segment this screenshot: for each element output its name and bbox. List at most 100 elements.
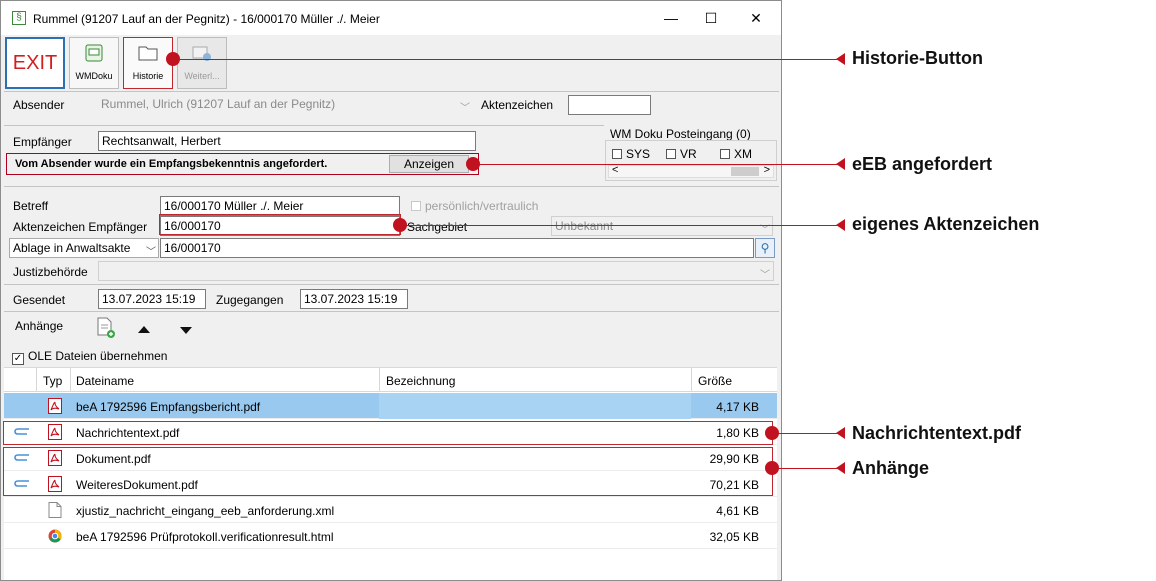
callout-eeb: eEB angefordert: [852, 154, 993, 174]
file-name: xjustiz_nachricht_eingang_eeb_anforderun…: [76, 504, 335, 518]
move-up-icon[interactable]: [136, 324, 152, 334]
add-file-icon[interactable]: [96, 317, 116, 339]
file-size: 4,61 KB: [716, 504, 759, 518]
app-icon: §: [12, 11, 26, 25]
file-size: 32,05 KB: [709, 530, 759, 544]
checkbox[interactable]: [666, 149, 676, 159]
ole-option[interactable]: ✓ OLE Dateien übernehmen: [12, 349, 167, 365]
divider: [4, 125, 604, 126]
divider: [4, 91, 779, 92]
table-row[interactable]: beA 1792596 Prüfprotokoll.verificationre…: [4, 523, 777, 549]
anhaenge-leader-line: [772, 468, 843, 469]
aktenzeichen-input[interactable]: [568, 95, 651, 115]
zugegangen-input[interactable]: 13.07.2023 15:19: [300, 289, 408, 309]
arrow-left-icon: [836, 158, 845, 170]
callout-anhaenge: Anhänge: [852, 458, 930, 478]
maximize-button[interactable]: ☐: [701, 9, 721, 27]
checkbox[interactable]: [411, 201, 421, 211]
arrow-left-icon: [836, 462, 845, 474]
chevron-down-icon: ﹀: [146, 247, 156, 258]
sachgebiet-select[interactable]: Unbekannt: [551, 216, 773, 236]
column-divider: [70, 368, 71, 392]
ablage-input[interactable]: 16/000170: [160, 238, 754, 258]
exit-button[interactable]: EXIT: [5, 37, 65, 89]
empfaenger-label: Empfänger: [13, 135, 72, 149]
scroll-left-icon[interactable]: <: [612, 164, 618, 176]
divider: [4, 186, 779, 187]
weiterleiten-label: Weiterl...: [184, 71, 220, 81]
col-bezeichnung[interactable]: Bezeichnung: [386, 374, 455, 388]
sachgebiet-label: Sachgebiet: [407, 220, 468, 234]
persoenlich-option[interactable]: persönlich/vertraulich: [411, 199, 538, 213]
file-size: 4,17 KB: [716, 400, 759, 414]
gesendet-input[interactable]: 13.07.2023 15:19: [98, 289, 206, 309]
historie-label: Historie: [132, 71, 164, 81]
absender-select[interactable]: Rummel, Ulrich (91207 Lauf an der Pegnit…: [98, 95, 475, 115]
eeb-notice: Vom Absender wurde ein Empfangsbekenntni…: [6, 153, 479, 175]
divider: [4, 284, 779, 285]
option-vr[interactable]: VR: [666, 147, 697, 161]
pdf-icon: [48, 398, 62, 414]
historie-button[interactable]: Historie: [123, 37, 173, 89]
betreff-label: Betreff: [13, 199, 49, 213]
nachrichtentext-leader-line: [772, 433, 843, 434]
wmdoku-icon: [85, 44, 103, 62]
ablage-select[interactable]: Ablage in Anwaltsakte: [9, 238, 159, 258]
aktenzeichen-leader-line: [400, 225, 843, 226]
scroll-right-icon[interactable]: >: [764, 164, 770, 176]
divider: [4, 311, 779, 312]
weiterleiten-button[interactable]: Weiterl...: [177, 37, 227, 89]
wmdoku-label: WMDoku: [75, 71, 113, 81]
col-typ[interactable]: Typ: [43, 374, 62, 388]
persoenlich-label: persönlich/vertraulich: [425, 199, 539, 213]
window-title: Rummel (91207 Lauf an der Pegnitz) - 16/…: [33, 12, 380, 26]
wmdoku-button[interactable]: WMDoku: [69, 37, 119, 89]
arrow-left-icon: [836, 53, 845, 65]
callout-nachrichtentext: Nachrichtentext.pdf: [852, 423, 1022, 443]
chevron-down-icon: ﹀: [760, 225, 770, 236]
zugegangen-label: Zugegangen: [216, 293, 284, 307]
anzeigen-button[interactable]: Anzeigen: [389, 155, 469, 173]
eeb-message: Vom Absender wurde ein Empfangsbekenntni…: [15, 158, 328, 170]
arrow-left-icon: [836, 219, 845, 231]
wm-posteingang-group: SYS VR XM < >: [605, 140, 777, 181]
aktenzeichen-highlight: [159, 214, 401, 235]
betreff-input[interactable]: 16/000170 Müller ./. Meier: [160, 196, 400, 216]
chevron-down-icon: ﹀: [460, 103, 470, 114]
callout-aktenzeichen: eigenes Aktenzeichen: [852, 214, 1040, 234]
empfaenger-input[interactable]: Rechtsanwalt, Herbert: [98, 131, 476, 151]
ole-checkbox[interactable]: ✓: [12, 353, 24, 365]
gesendet-label: Gesendet: [13, 293, 66, 307]
absender-label: Absender: [13, 98, 65, 112]
justiz-label: Justizbehörde: [13, 265, 88, 279]
anhaenge-highlight: [3, 447, 773, 496]
title-bar: § Rummel (91207 Lauf an der Pegnitz) - 1…: [1, 1, 781, 35]
move-down-icon[interactable]: [178, 326, 194, 336]
folder-icon: [138, 46, 158, 61]
col-dateiname[interactable]: Dateiname: [76, 374, 134, 388]
table-header: Typ Dateiname Bezeichnung Größe: [4, 368, 777, 392]
close-button[interactable]: ✕: [746, 9, 766, 27]
scroll-thumb[interactable]: [731, 167, 759, 176]
file-name: beA 1792596 Empfangsbericht.pdf: [76, 400, 261, 414]
ole-label: OLE Dateien übernehmen: [28, 349, 168, 363]
search-icon[interactable]: ⚲: [755, 238, 775, 258]
justiz-select[interactable]: [98, 261, 774, 281]
column-divider: [379, 368, 380, 392]
table-row[interactable]: beA 1792596 Empfangsbericht.pdf 4,17 KB: [4, 393, 777, 419]
anhaenge-label: Anhänge: [15, 319, 64, 333]
eeb-leader-line: [473, 164, 843, 165]
checkbox[interactable]: [612, 149, 622, 159]
wm-posteingang-title: WM Doku Posteingang (0): [610, 127, 751, 141]
az-empfaenger-label: Aktenzeichen Empfänger: [13, 220, 148, 234]
chevron-down-icon: ﹀: [760, 270, 770, 281]
horizontal-scrollbar[interactable]: < >: [608, 164, 774, 178]
checkbox[interactable]: [720, 149, 730, 159]
option-sys[interactable]: SYS: [612, 147, 650, 161]
file-icon: [48, 502, 62, 518]
minimize-button[interactable]: —: [661, 9, 681, 27]
toolbar: EXIT WMDoku Historie Weiterl...: [1, 35, 781, 91]
table-row[interactable]: xjustiz_nachricht_eingang_eeb_anforderun…: [4, 497, 777, 523]
col-groesse[interactable]: Größe: [698, 374, 732, 388]
option-xm[interactable]: XM: [720, 147, 752, 161]
